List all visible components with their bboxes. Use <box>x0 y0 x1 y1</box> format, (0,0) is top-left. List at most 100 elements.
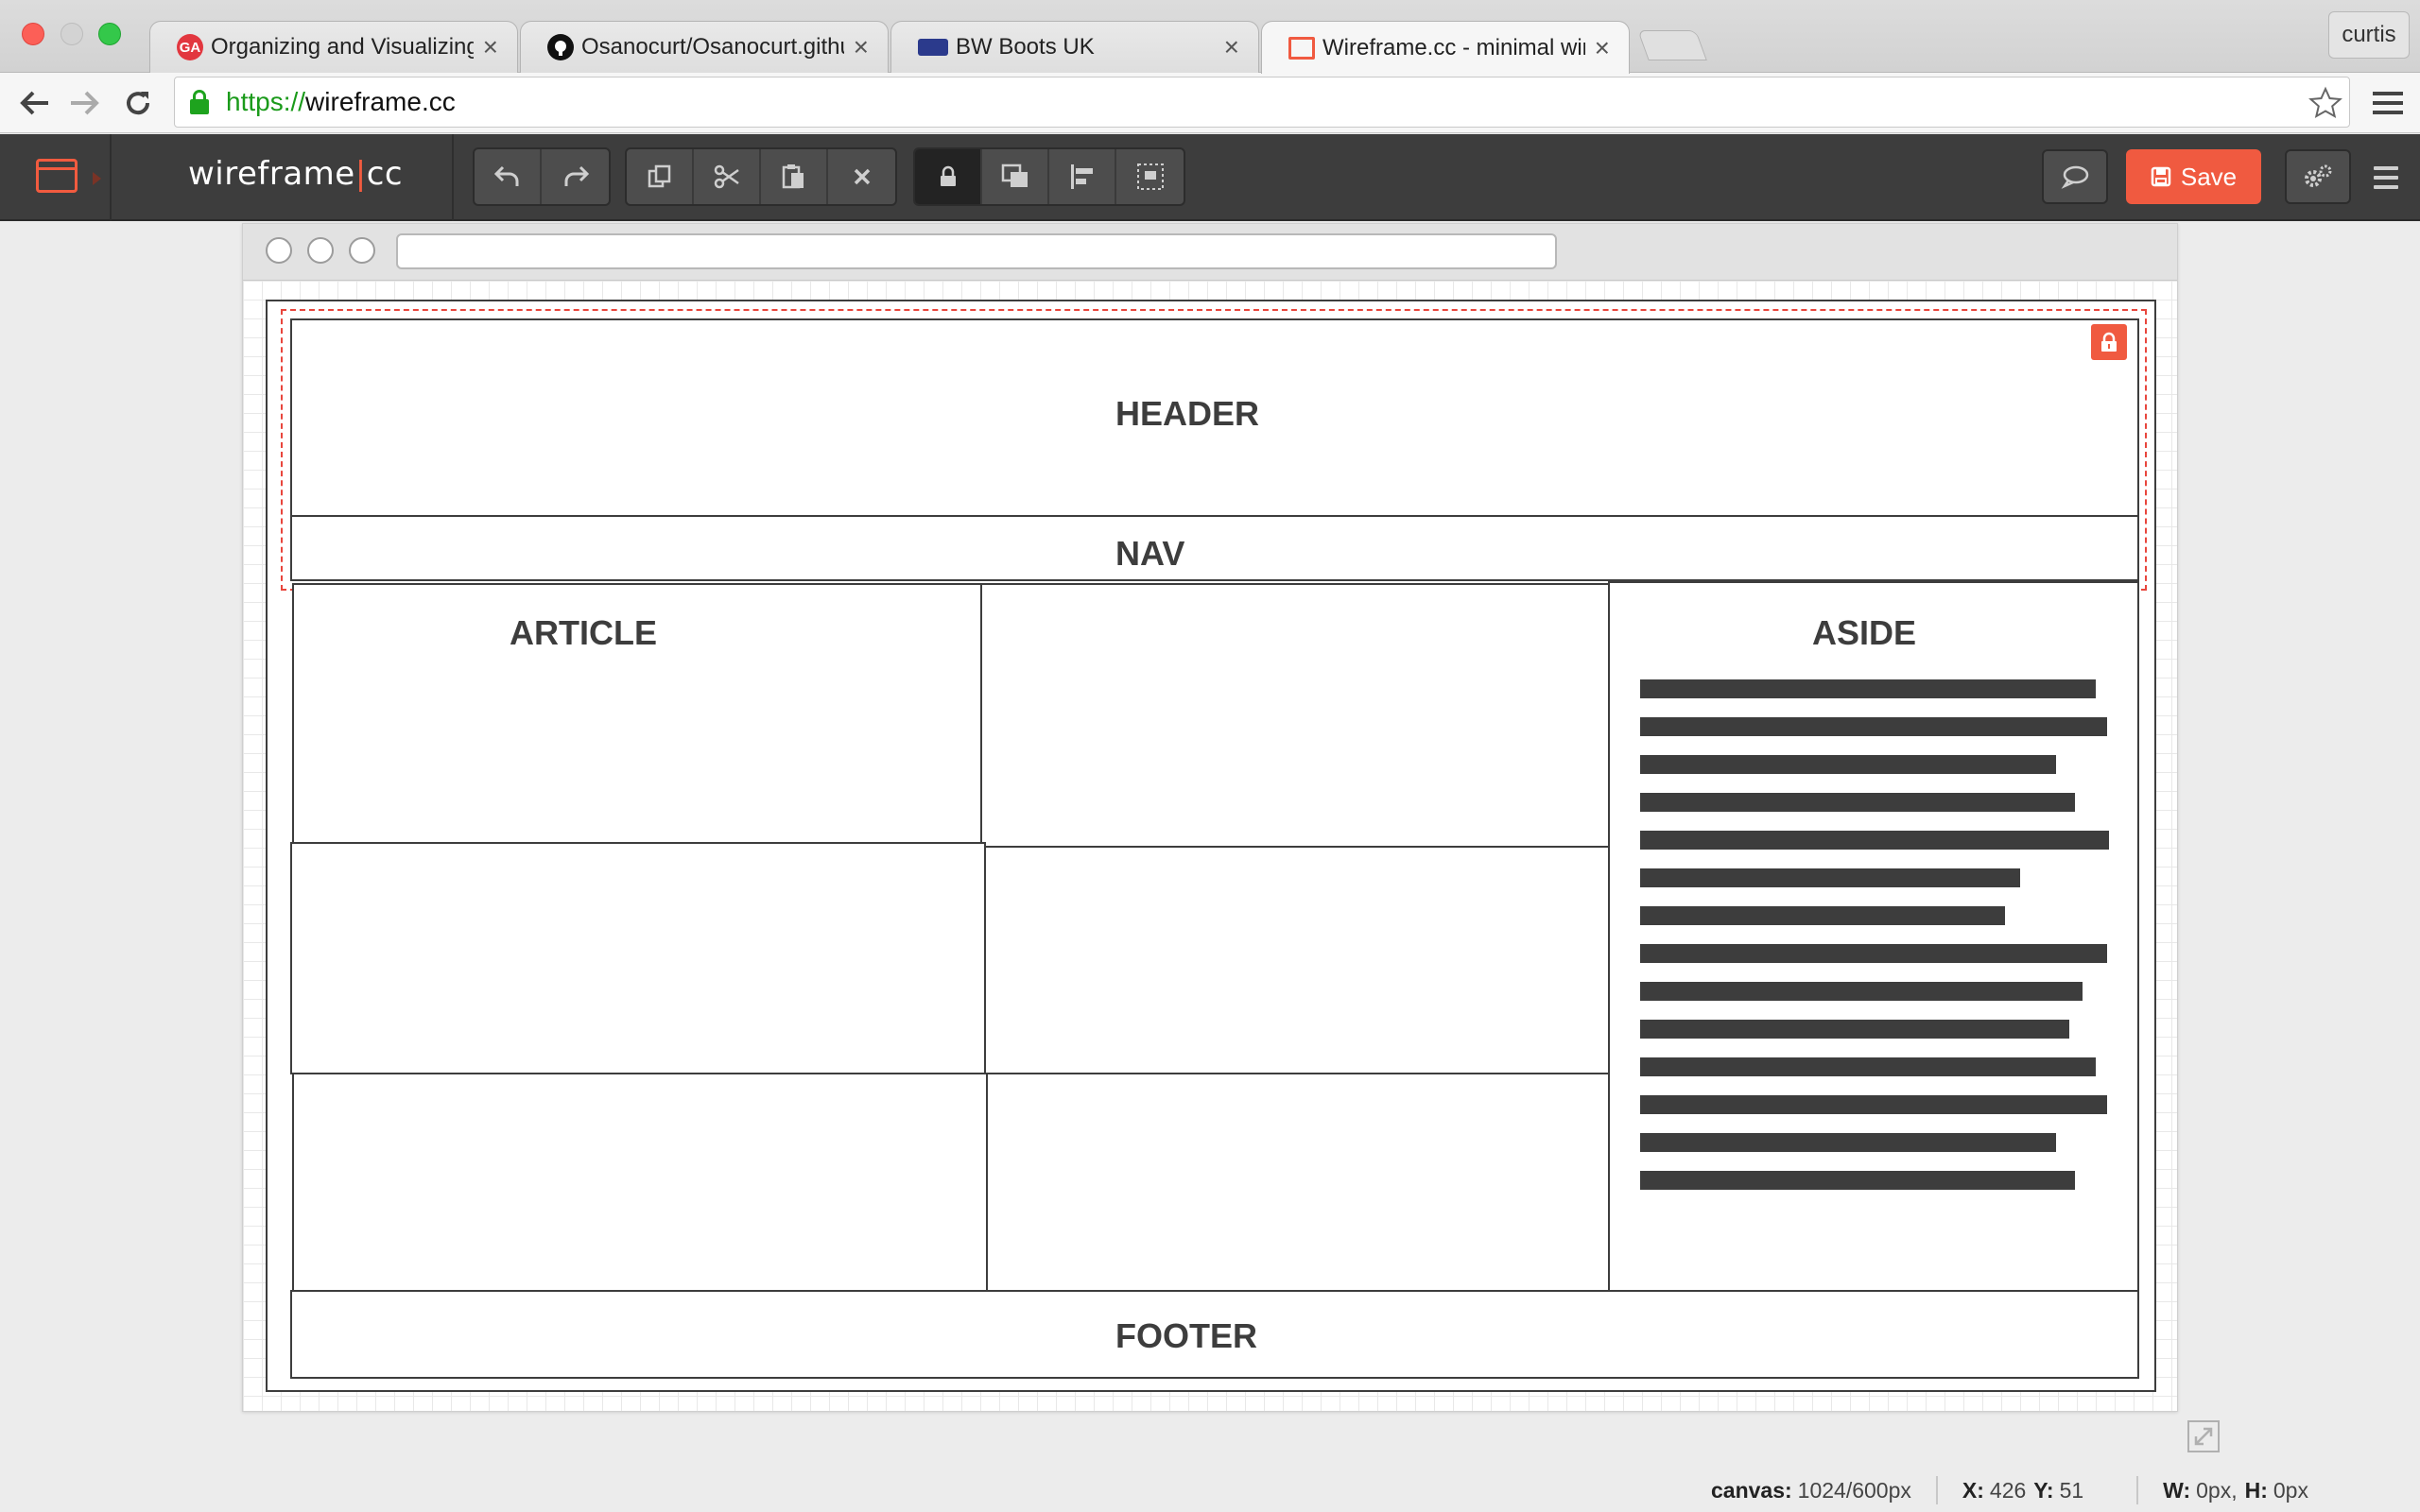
forward-button[interactable] <box>66 84 104 122</box>
close-x-icon <box>854 168 870 185</box>
speech-bubble-icon <box>2061 165 2089 189</box>
undo-button[interactable] <box>475 149 542 204</box>
mock-url-field <box>396 233 1557 269</box>
floppy-disk-icon <box>2151 166 2171 187</box>
cut-button[interactable] <box>694 149 761 204</box>
browser-tab-wireframe[interactable]: Wireframe.cc - minimal wir × <box>1261 21 1630 74</box>
forward-arrow-icon <box>71 91 99 115</box>
width-value: 0px, <box>2196 1477 2238 1503</box>
minimize-window-button[interactable] <box>60 23 83 45</box>
browser-tab-organizing[interactable]: GA Organizing and Visualizing × <box>149 21 518 73</box>
copy-button[interactable] <box>627 149 694 204</box>
url-scheme: https:// <box>226 87 306 116</box>
content-box[interactable] <box>980 583 1610 848</box>
aside-text-line <box>1640 944 2107 963</box>
comment-button[interactable] <box>2042 149 2108 204</box>
status-bar: canvas: 1024/600px X: 426 Y: 51 W: 0px, H: 0p… <box>1711 1476 2308 1504</box>
settings-button[interactable] <box>2285 149 2351 204</box>
save-label: Save <box>2180 162 2238 191</box>
arrange-group <box>913 147 1185 206</box>
delete-button[interactable] <box>828 149 895 204</box>
content-box[interactable] <box>290 842 986 1074</box>
toolbar-divider <box>452 134 454 221</box>
close-tab-icon[interactable]: × <box>1595 33 1610 63</box>
group-button[interactable] <box>1116 149 1184 204</box>
lock-icon <box>940 165 956 186</box>
tab-title: Wireframe.cc - minimal wir <box>1322 34 1585 60</box>
x-coord-value: 426 <box>1989 1477 2027 1503</box>
reload-icon <box>127 92 150 115</box>
close-window-button[interactable] <box>22 23 44 45</box>
back-arrow-icon <box>20 91 48 115</box>
redo-icon <box>564 165 589 186</box>
close-tab-icon[interactable]: × <box>1224 32 1239 62</box>
mock-window-button <box>349 237 375 264</box>
app-toolbar: wireframe|cc Save <box>0 134 2420 221</box>
footer-label: FOOTER <box>1115 1316 1257 1355</box>
mock-window-button <box>307 237 334 264</box>
menu-icon <box>2373 92 2403 114</box>
content-box[interactable] <box>292 1073 988 1292</box>
aside-label: ASIDE <box>1812 613 1917 652</box>
maximize-window-button[interactable] <box>98 23 121 45</box>
align-left-icon <box>1070 164 1093 189</box>
app-menu-icon[interactable] <box>2374 166 2398 195</box>
close-tab-icon[interactable]: × <box>854 32 869 62</box>
y-coord-value: 51 <box>2059 1477 2084 1503</box>
redo-button[interactable] <box>542 149 609 204</box>
tab-title: Organizing and Visualizing <box>211 34 474 60</box>
wireframe-icon <box>1288 36 1315 60</box>
aside-text-line <box>1640 1171 2075 1190</box>
mock-window-button <box>266 237 292 264</box>
aside-text-line <box>1640 679 2096 698</box>
close-tab-icon[interactable]: × <box>483 32 498 62</box>
back-button[interactable] <box>15 84 53 122</box>
page-type-icon[interactable] <box>36 159 78 193</box>
new-tab-button[interactable] <box>1637 30 1707 60</box>
tab-title: BW Boots UK <box>956 34 1095 60</box>
profile-button[interactable]: curtis <box>2328 11 2410 59</box>
content-box[interactable] <box>984 846 1610 1074</box>
x-coord-label: X: <box>1962 1477 1984 1503</box>
browser-menu-button[interactable] <box>2369 84 2407 122</box>
undo-icon <box>493 165 518 186</box>
height-label: H: <box>2244 1477 2268 1503</box>
browser-tab-bwboots[interactable]: BW Boots UK × <box>890 21 1259 73</box>
scissors-icon <box>714 164 739 189</box>
aside-text-line <box>1640 717 2107 736</box>
height-value: 0px <box>2273 1477 2308 1503</box>
app-logo: wireframe|cc <box>188 155 404 193</box>
canvas-size-label: canvas: <box>1711 1477 1792 1503</box>
save-button[interactable]: Save <box>2126 149 2261 204</box>
gears-icon <box>2305 164 2332 187</box>
browser-tab-strip: GA Organizing and Visualizing × Osanocur… <box>0 0 2420 74</box>
width-label: W: <box>2163 1477 2191 1503</box>
bwboots-icon <box>918 39 948 56</box>
aside-text-line <box>1640 1133 2056 1152</box>
y-coord-label: Y: <box>2033 1477 2054 1503</box>
reload-button[interactable] <box>119 84 157 122</box>
arrange-layers-button[interactable] <box>982 149 1049 204</box>
ga-icon: GA <box>177 34 203 60</box>
edit-group <box>625 147 897 206</box>
toolbar-divider <box>110 134 112 221</box>
browser-toolbar: https://wireframe.cc <box>0 73 2420 133</box>
address-bar[interactable]: https://wireframe.cc <box>174 77 2350 128</box>
aside-text-line <box>1640 1095 2107 1114</box>
browser-frame-canvas: HEADER NAV ARTICLE ASIDE FOOTER <box>242 223 2178 1412</box>
aside-text-line <box>1640 1057 2096 1076</box>
align-button[interactable] <box>1049 149 1116 204</box>
fullscreen-expand-icon[interactable] <box>2187 1419 2221 1453</box>
mock-browser-bar <box>243 224 2177 281</box>
browser-tab-github[interactable]: Osanocurt/Osanocurt.githu × <box>520 21 889 73</box>
content-box[interactable] <box>986 1073 1612 1292</box>
star-icon <box>2308 86 2342 118</box>
locked-badge-icon[interactable] <box>2091 324 2127 360</box>
aside-text-line <box>1640 982 2083 1001</box>
paste-button[interactable] <box>761 149 828 204</box>
lock-button[interactable] <box>915 149 982 204</box>
bookmark-star-button[interactable] <box>2307 84 2344 122</box>
design-grid[interactable]: HEADER NAV ARTICLE ASIDE FOOTER <box>243 281 2177 1411</box>
aside-text-line <box>1640 755 2056 774</box>
group-select-icon <box>1136 163 1164 190</box>
